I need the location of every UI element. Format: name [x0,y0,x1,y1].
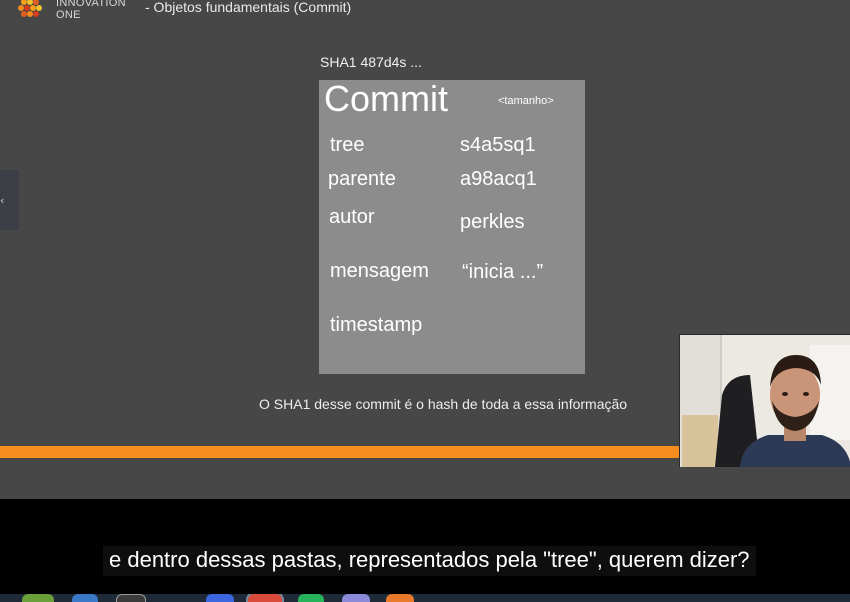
taskbar [0,594,850,602]
commit-title: Commit [324,78,448,119]
side-tab[interactable]: ‹ [0,170,19,230]
taskbar-app-icon[interactable] [72,594,98,602]
video-frame[interactable]: INNOVATION ONE - Objetos fundamentais (C… [0,0,850,499]
terminal-icon[interactable] [116,594,146,602]
sha-label: SHA1 487d4s ... [320,54,422,70]
field-key-mensagem: mensagem [330,260,429,282]
presenter-webcam [679,334,850,467]
taskbar-app-icon[interactable] [342,594,370,602]
field-value-tree: s4a5sq1 [460,134,536,156]
progress-fill [0,446,680,458]
taskbar-app-icon[interactable] [298,594,324,602]
taskbar-app-icon[interactable] [206,594,234,602]
field-key-timestamp: timestamp [330,314,423,336]
chevron-left-icon: ‹ [0,193,5,207]
brand-name: INNOVATION ONE [56,0,126,21]
slide-caption: O SHA1 desse commit é o hash de toda a e… [259,396,628,412]
slide-title: - Objetos fundamentais (Commit) [145,0,352,15]
commit-size-label: <tamanho> [498,95,554,107]
hexagon-grid-logo-icon [18,0,42,17]
field-value-mensagem: “inicia ...” [462,261,544,283]
field-value-parente: a98acq1 [460,168,537,190]
taskbar-app-icon[interactable] [22,594,54,602]
presenter-image [680,335,850,467]
field-value-autor: perkles [460,211,525,233]
field-key-tree: tree [330,134,365,156]
commit-object-box: Commit <tamanho> tree s4a5sq1 parente a9… [319,78,585,374]
subtitle-bar: e dentro dessas pastas, representados pe… [0,499,850,594]
brand-line-1: INNOVATION [56,0,126,9]
subtitle-text: e dentro dessas pastas, representados pe… [103,546,756,576]
field-key-parente: parente [328,168,396,190]
active-app-icon[interactable] [246,594,284,602]
brand-line-2: ONE [56,9,81,21]
taskbar-app-icon[interactable] [386,594,414,602]
field-key-autor: autor [329,206,375,228]
